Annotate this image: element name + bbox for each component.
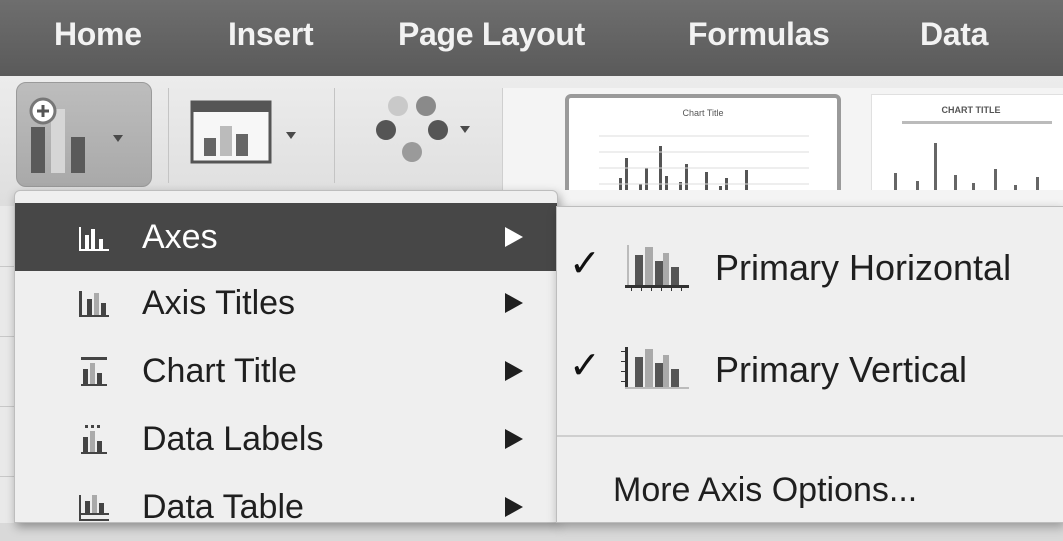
chart-styles-gallery: Chart Title CHART TITLE (502, 88, 1063, 214)
submenu-item-primary-horizontal[interactable]: ✓ Primary Horizontal (557, 227, 1063, 307)
checkmark-icon: ✓ (569, 241, 601, 285)
data-table-icon (79, 495, 109, 521)
change-colors-button[interactable] (370, 92, 480, 172)
color-dots-icon (376, 96, 470, 162)
chart-title-icon (81, 357, 107, 386)
submenu-item-label: Primary Horizontal (715, 247, 1012, 288)
tab-data[interactable]: Data (920, 16, 988, 53)
add-chart-element-menu: Axes Axis Titles Chart Title Data Labels… (14, 190, 558, 526)
menu-item-chart-title[interactable]: Chart Title (15, 337, 557, 405)
data-labels-icon (81, 425, 107, 454)
quick-layout-button[interactable] (186, 98, 302, 178)
more-axis-options-item[interactable]: More Axis Options... (613, 471, 917, 510)
submenu-item-primary-vertical[interactable]: ✓ Primary Vertical (557, 329, 1063, 409)
ribbon: Chart Title CHART TITLE (0, 76, 1063, 214)
menu-item-label: Axes (142, 217, 218, 256)
submenu-arrow-icon (505, 497, 523, 517)
menu-item-data-table[interactable]: Data Table (15, 473, 557, 541)
primary-horizontal-axis-icon (625, 245, 689, 291)
chart-plus-icon (29, 97, 123, 173)
submenu-item-label: Primary Vertical (715, 349, 968, 390)
axes-submenu: ✓ Primary Horizontal ✓ Primary Vertical … (556, 206, 1063, 523)
axes-icon (79, 227, 109, 251)
submenu-divider (557, 435, 1063, 437)
menu-item-axes[interactable]: Axes (15, 203, 557, 271)
submenu-arrow-icon (505, 361, 523, 381)
checkmark-icon: ✓ (569, 343, 601, 387)
menu-item-axis-titles[interactable]: Axis Titles (15, 269, 557, 337)
menu-item-label: Data Table (142, 487, 304, 526)
tab-page-layout[interactable]: Page Layout (398, 16, 585, 53)
menu-item-label: Data Labels (142, 419, 324, 458)
menu-item-label: Axis Titles (142, 283, 296, 322)
add-chart-element-button[interactable] (16, 82, 152, 187)
menu-item-data-labels[interactable]: Data Labels (15, 405, 557, 473)
primary-vertical-axis-icon (621, 347, 689, 389)
tab-insert[interactable]: Insert (228, 16, 314, 53)
submenu-arrow-icon (505, 429, 523, 449)
tab-home[interactable]: Home (54, 16, 142, 53)
quick-layout-icon (190, 100, 296, 164)
submenu-arrow-icon (505, 227, 523, 247)
axis-titles-icon (79, 291, 109, 317)
submenu-arrow-icon (505, 293, 523, 313)
menu-item-label: Chart Title (142, 351, 297, 390)
tab-formulas[interactable]: Formulas (688, 16, 830, 53)
ribbon-tab-bar: Home Insert Page Layout Formulas Data (0, 0, 1063, 76)
